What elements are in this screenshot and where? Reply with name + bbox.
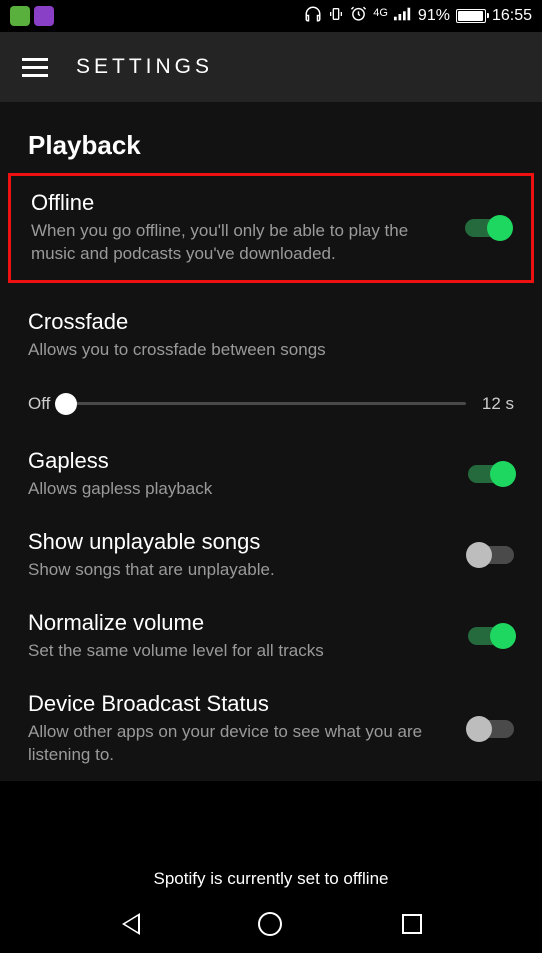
settings-content: Playback Offline When you go offline, yo… (0, 102, 542, 781)
setting-crossfade-title: Crossfade (28, 309, 514, 335)
page-title: SETTINGS (76, 55, 213, 79)
setting-normalize-desc: Set the same volume level for all tracks (28, 640, 448, 663)
status-left (10, 6, 54, 26)
status-bar: 4G 91% 16:55 (0, 0, 542, 32)
broadcast-toggle[interactable] (468, 720, 514, 738)
battery-percent: 91% (418, 7, 450, 25)
setting-broadcast-title: Device Broadcast Status (28, 691, 448, 717)
setting-crossfade[interactable]: Crossfade Allows you to crossfade betwee… (0, 295, 542, 376)
recents-button[interactable] (402, 914, 422, 934)
setting-unplayable-title: Show unplayable songs (28, 529, 448, 555)
setting-gapless-title: Gapless (28, 448, 448, 474)
setting-gapless[interactable]: Gapless Allows gapless playback (0, 434, 542, 515)
setting-unplayable[interactable]: Show unplayable songs Show songs that ar… (0, 515, 542, 596)
offline-toggle[interactable] (465, 219, 511, 237)
crossfade-slider-row: Off 12 s (0, 376, 542, 422)
battery-icon (456, 9, 486, 23)
system-nav-bar (0, 895, 542, 953)
normalize-toggle[interactable] (468, 627, 514, 645)
setting-broadcast[interactable]: Device Broadcast Status Allow other apps… (0, 677, 542, 781)
headphones-icon (304, 5, 322, 28)
setting-normalize[interactable]: Normalize volume Set the same volume lev… (0, 596, 542, 677)
app-header: SETTINGS (0, 32, 542, 102)
status-right: 4G 91% 16:55 (304, 5, 532, 28)
slider-max-label: 12 s (482, 394, 514, 414)
setting-broadcast-desc: Allow other apps on your device to see w… (28, 721, 448, 767)
unplayable-toggle[interactable] (468, 546, 514, 564)
notification-app-icon (10, 6, 30, 26)
setting-unplayable-desc: Show songs that are unplayable. (28, 559, 448, 582)
setting-normalize-title: Normalize volume (28, 610, 448, 636)
home-button[interactable] (258, 912, 282, 936)
setting-offline-desc: When you go offline, you'll only be able… (31, 220, 445, 266)
network-type: 4G (373, 8, 388, 19)
alarm-icon (350, 5, 367, 27)
crossfade-slider[interactable] (66, 402, 465, 405)
gapless-toggle[interactable] (468, 465, 514, 483)
setting-gapless-desc: Allows gapless playback (28, 478, 448, 501)
offline-toast: Spotify is currently set to offline (0, 863, 542, 895)
setting-offline-title: Offline (31, 190, 445, 216)
menu-icon[interactable] (22, 58, 48, 77)
vibrate-icon (328, 6, 344, 27)
slider-thumb[interactable] (55, 393, 77, 415)
slider-min-label: Off (28, 394, 50, 414)
back-button[interactable] (120, 913, 138, 935)
setting-offline[interactable]: Offline When you go offline, you'll only… (8, 173, 534, 283)
signal-icon (394, 7, 412, 26)
section-title: Playback (0, 130, 542, 173)
notification-app-icon (34, 6, 54, 26)
clock: 16:55 (492, 7, 532, 25)
setting-crossfade-desc: Allows you to crossfade between songs (28, 339, 514, 362)
